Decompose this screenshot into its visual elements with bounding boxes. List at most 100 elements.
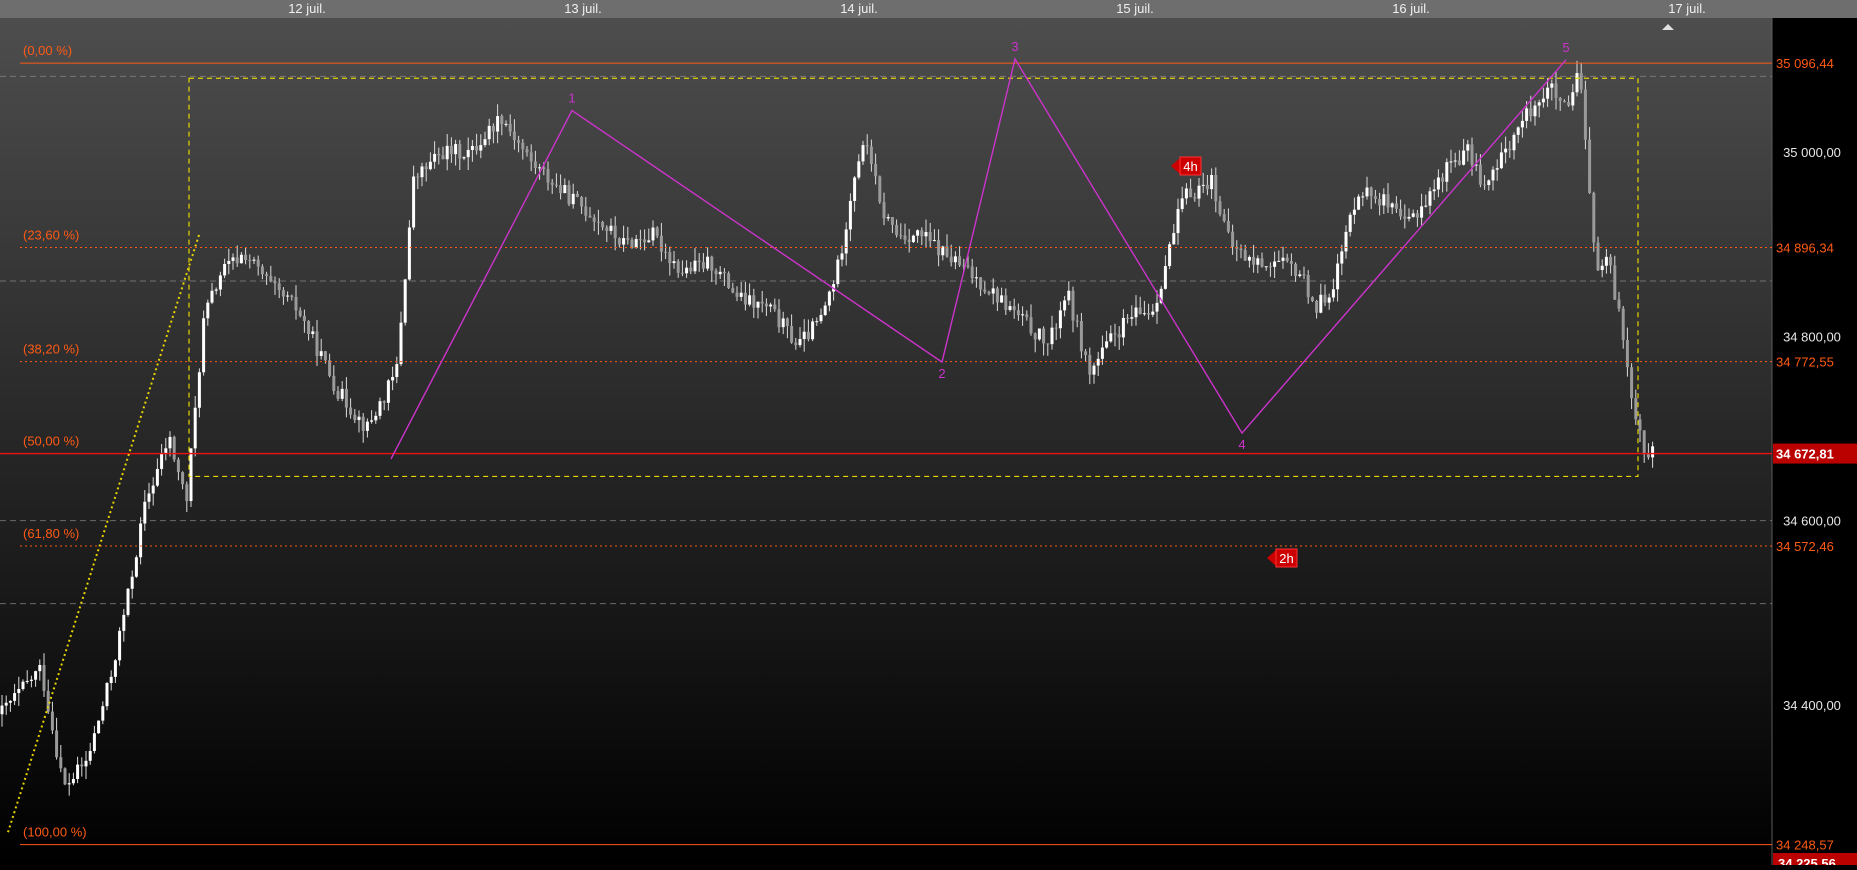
- candle-body: [760, 301, 764, 304]
- candle-body: [25, 680, 29, 682]
- candle-body: [1407, 216, 1411, 219]
- candle-body: [332, 375, 336, 392]
- candle-body: [231, 257, 235, 261]
- y-tick-label: 34 600,00: [1783, 514, 1841, 529]
- candle-body: [659, 235, 663, 252]
- candle-body: [798, 339, 802, 346]
- candle-body: [185, 484, 189, 502]
- candle-body: [983, 289, 987, 292]
- candle-body: [361, 416, 365, 431]
- candle-body: [794, 342, 798, 346]
- x-tick-label: 15 juil.: [1116, 1, 1154, 16]
- candle-body: [1348, 214, 1352, 232]
- candle-body: [1268, 266, 1272, 268]
- candle-body: [80, 764, 84, 767]
- candle-body: [1420, 206, 1424, 218]
- last-price-label: 34 672,81: [1776, 447, 1834, 462]
- candle-body: [1050, 327, 1054, 345]
- candle-body: [853, 177, 857, 201]
- candle-body: [97, 720, 101, 734]
- candle-body: [164, 448, 168, 454]
- candle-body: [172, 436, 176, 460]
- candle-body: [676, 261, 680, 273]
- candle-body: [252, 259, 256, 261]
- candle-body: [218, 275, 222, 290]
- candle-body: [1105, 341, 1109, 348]
- candle-body: [512, 131, 516, 141]
- candle-body: [470, 145, 474, 150]
- candle-body: [554, 184, 558, 186]
- candle-body: [1243, 250, 1247, 261]
- candle-body: [281, 290, 285, 297]
- candle-body: [1176, 209, 1180, 234]
- candle-body: [630, 239, 634, 248]
- candle-body: [412, 176, 416, 228]
- wave-label: 5: [1562, 40, 1569, 55]
- candle-body: [323, 351, 327, 361]
- candle-body: [391, 376, 395, 381]
- candle-body: [1436, 177, 1440, 190]
- x-tick-label: 17 juil.: [1668, 1, 1706, 16]
- candle-body: [1231, 231, 1235, 247]
- candle-body: [1386, 194, 1390, 208]
- candle-body: [260, 266, 264, 275]
- candle-body: [1399, 208, 1403, 217]
- candle-body: [1651, 446, 1655, 458]
- candle-body: [1537, 102, 1541, 106]
- candle-body: [811, 321, 815, 340]
- candle-body: [1273, 261, 1277, 267]
- fib-price-label: 34 896,34: [1776, 241, 1834, 256]
- candle-body: [1184, 188, 1188, 199]
- candle-body: [752, 295, 756, 308]
- candle-body: [764, 303, 768, 307]
- candle-body: [1092, 365, 1096, 375]
- y-tick-label: 34 400,00: [1783, 698, 1841, 713]
- wave-label: 2: [938, 366, 945, 381]
- candle-body: [1428, 191, 1432, 206]
- candle-body: [1310, 297, 1314, 302]
- candle-body: [601, 221, 605, 228]
- candle-body: [1302, 274, 1306, 276]
- candle-body: [105, 683, 109, 707]
- candle-body: [1357, 196, 1361, 210]
- candle-body: [483, 139, 487, 146]
- candle-body: [1529, 108, 1533, 117]
- candle-body: [781, 318, 785, 328]
- candle-body: [1403, 216, 1407, 219]
- candle-body: [664, 251, 668, 253]
- candle-body: [890, 217, 894, 225]
- candle-body: [71, 778, 75, 784]
- candle-body: [1088, 355, 1092, 375]
- candle-body: [265, 274, 269, 276]
- candle-body: [21, 681, 25, 689]
- candle-body: [1084, 351, 1088, 356]
- candle-body: [168, 436, 172, 449]
- candle-body: [710, 256, 714, 271]
- candle-body: [311, 331, 315, 335]
- candle-body: [302, 315, 306, 322]
- candle-body: [861, 145, 865, 162]
- candle-body: [575, 193, 579, 197]
- chart-area[interactable]: (0,00 %) 35 096,44 (23,60 %) 34 896,34 (38,2…: [0, 0, 1857, 870]
- timeframe-flag-label: 4h: [1183, 159, 1197, 174]
- candle-body: [1390, 203, 1394, 208]
- candle-body: [1382, 194, 1386, 206]
- candle-body: [126, 588, 130, 615]
- candle-body: [1369, 187, 1373, 197]
- candle-body: [1504, 148, 1508, 153]
- candle-body: [1340, 251, 1344, 264]
- candle-body: [1533, 105, 1537, 117]
- candle-body: [1285, 257, 1289, 262]
- candle-body: [1516, 127, 1520, 135]
- candle-body: [416, 176, 420, 178]
- candle-body: [785, 318, 789, 326]
- x-tick-label: 14 juil.: [840, 1, 878, 16]
- candle-body: [550, 182, 554, 185]
- candle-body: [223, 263, 227, 276]
- price-chart[interactable]: (0,00 %) 35 096,44 (23,60 %) 34 896,34 (38,2…: [0, 0, 1857, 870]
- candle-body: [134, 557, 138, 577]
- candle-body: [1495, 168, 1499, 170]
- candle-body: [1604, 256, 1608, 266]
- candle-body: [1596, 242, 1600, 271]
- candle-body: [307, 321, 311, 335]
